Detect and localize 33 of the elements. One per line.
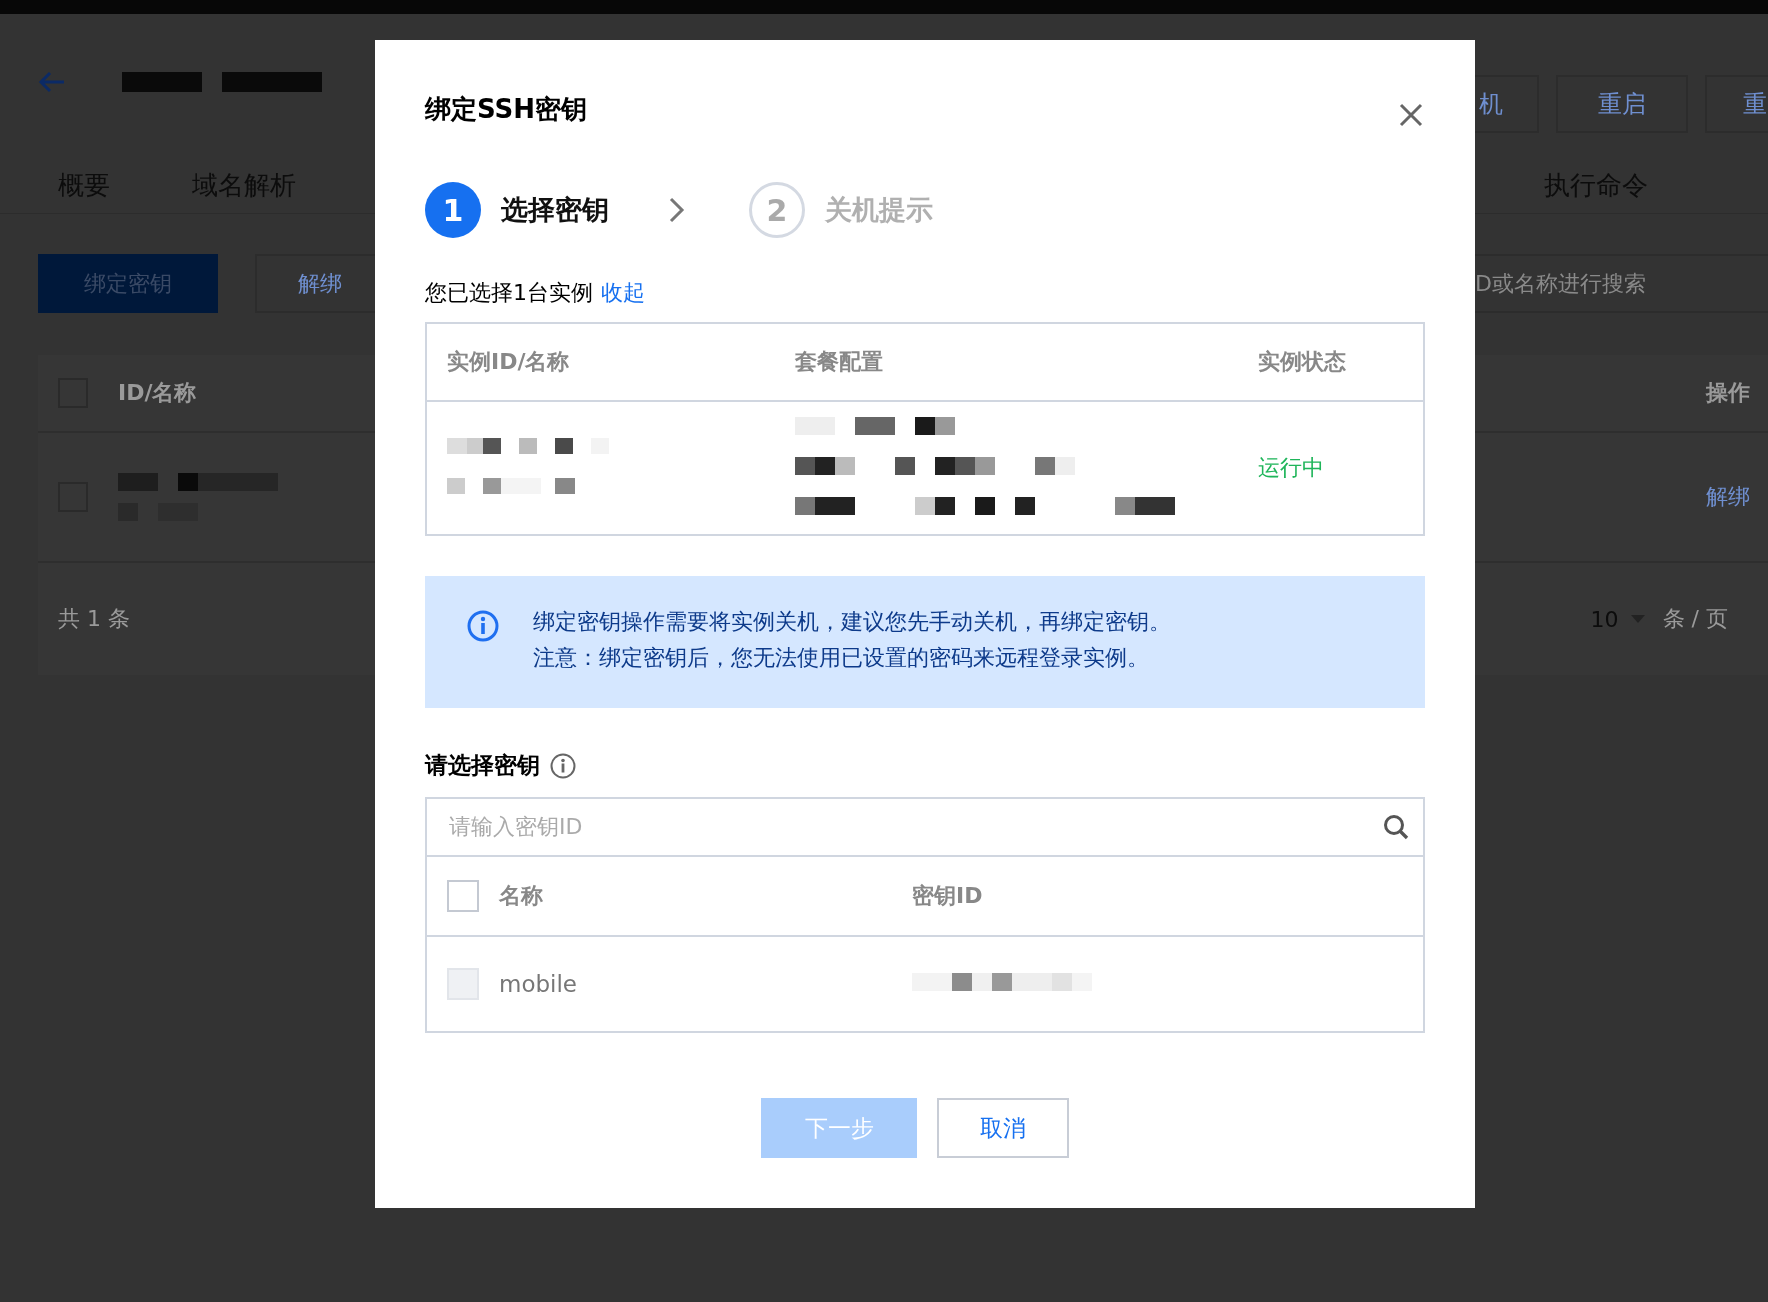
close-icon[interactable]	[1399, 102, 1423, 127]
step-label: 选择密钥	[501, 193, 609, 227]
dialog-title: 绑定SSH密钥	[425, 93, 588, 126]
info-icon	[467, 610, 499, 642]
column-header: 密钥ID	[912, 882, 983, 910]
info-icon	[550, 752, 576, 779]
status-text: 运行中	[1258, 454, 1325, 482]
step-number: 2	[749, 182, 805, 238]
key-name: mobile	[499, 971, 577, 997]
column-header: 名称	[499, 882, 543, 910]
unbind-link[interactable]: 解绑	[1706, 482, 1750, 512]
column-header: 实例状态	[1258, 348, 1347, 376]
selection-summary: 您已选择1台实例	[425, 279, 593, 307]
notice-text: 注意：绑定密钥后，您无法使用已设置的密码来远程登录实例。	[533, 644, 1150, 672]
toolbar-button[interactable]: 重	[1705, 75, 1768, 133]
notice-text: 绑定密钥操作需要将实例关机，建议您先手动关机，再绑定密钥。	[533, 608, 1171, 636]
column-header: 实例ID/名称	[447, 348, 571, 376]
key-search-field[interactable]: 请输入密钥ID	[427, 799, 1423, 857]
total-count: 共 1 条	[58, 605, 130, 633]
chevron-right-icon	[669, 197, 685, 223]
section-label: 请选择密钥	[425, 751, 540, 780]
action-button[interactable]: 绑定密钥	[38, 254, 218, 313]
search-icon[interactable]	[1383, 814, 1409, 840]
column-header: 套餐配置	[795, 348, 884, 376]
toolbar-button[interactable]: 重启	[1556, 75, 1688, 133]
step-label: 关机提示	[825, 193, 933, 227]
per-page-label: 条 / 页	[1662, 605, 1728, 633]
back-arrow-icon[interactable]	[38, 71, 66, 93]
cancel-button[interactable]: 取消	[937, 1098, 1069, 1158]
column-header: 操作	[1706, 379, 1750, 407]
collapse-link[interactable]: 收起	[601, 278, 645, 308]
column-header: ID/名称	[118, 379, 197, 407]
step-number: 1	[425, 182, 481, 238]
